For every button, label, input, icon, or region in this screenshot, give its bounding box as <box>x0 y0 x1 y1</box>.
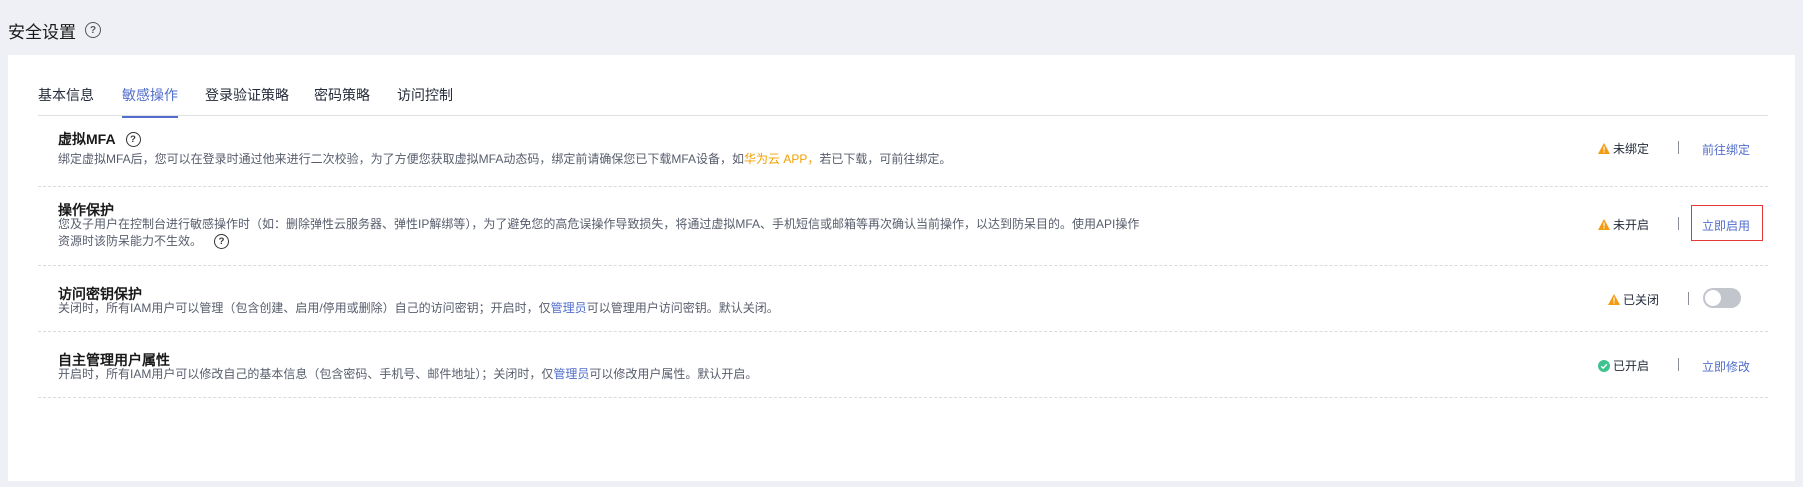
help-icon[interactable]: ? <box>85 22 101 38</box>
enable-now-link[interactable]: 立即启用 <box>1702 217 1750 234</box>
help-icon[interactable]: ? <box>214 234 230 249</box>
warning-icon <box>1608 294 1620 305</box>
row-self-manage-attributes: 自主管理用户属性 开启时，所有IAM用户可以修改自己的基本信息（包含密码、手机号… <box>38 331 1768 398</box>
admin-link[interactable]: 管理员 <box>553 367 589 381</box>
huawei-app-link[interactable]: 华为云 APP， <box>744 152 819 166</box>
page-header: 安全设置 ? <box>8 18 101 42</box>
divider <box>1688 292 1689 305</box>
row-virtual-mfa: 虚拟MFA ? 绑定虚拟MFA后，您可以在登录时通过他来进行二次校验，为了方便您… <box>38 115 1768 187</box>
check-circle-icon <box>1598 359 1610 372</box>
desc-text: 绑定虚拟MFA后，您可以在登录时通过他来进行二次校验，为了方便您获取虚拟MFA动… <box>58 152 745 166</box>
row-operation-protection: 操作保护 您及子用户在控制台进行敏感操作时（如：删除弹性云服务器、弹性IP解绑等… <box>38 186 1768 266</box>
row-title: 虚拟MFA ? <box>58 129 141 149</box>
status-badge: 未开启 <box>1598 216 1649 233</box>
settings-card: 基本信息 敏感操作 登录验证策略 密码策略 访问控制 虚拟MFA ? 绑定虚拟M… <box>8 55 1795 481</box>
admin-link[interactable]: 管理员 <box>551 301 587 315</box>
go-bind-link[interactable]: 前往绑定 <box>1702 141 1750 158</box>
status-text: 未开启 <box>1613 218 1650 232</box>
warning-icon <box>1598 219 1610 230</box>
row-description: 开启时，所有IAM用户可以修改自己的基本信息（包含密码、手机号、邮件地址）；关闭… <box>58 366 757 383</box>
tab-bar: 基本信息 敏感操作 登录验证策略 密码策略 访问控制 <box>38 55 1768 118</box>
row-title-text: 虚拟MFA <box>58 131 116 147</box>
desc-text: 资源时该防呆能力不生效。 <box>58 234 203 248</box>
divider <box>1678 217 1679 230</box>
status-text: 已开启 <box>1613 359 1650 373</box>
toggle-knob <box>1705 290 1721 306</box>
modify-now-link[interactable]: 立即修改 <box>1702 358 1750 375</box>
row-description: 您及子用户在控制台进行敏感操作时（如：删除弹性云服务器、弹性IP解绑等），为了避… <box>58 216 1188 250</box>
status-text: 已关闭 <box>1623 293 1660 307</box>
desc-text: 若已下载，可前往绑定。 <box>819 152 952 166</box>
tab-login-policy[interactable]: 登录验证策略 <box>205 85 289 116</box>
tab-password-policy[interactable]: 密码策略 <box>314 85 370 116</box>
desc-text: 可以管理用户访问密钥。默认关闭。 <box>586 301 779 315</box>
divider <box>1678 358 1679 371</box>
help-icon[interactable]: ? <box>125 131 141 147</box>
status-badge: 已关闭 <box>1608 291 1659 308</box>
desc-text: 开启时，所有IAM用户可以修改自己的基本信息（包含密码、手机号、邮件地址）；关闭… <box>58 367 554 381</box>
row-description: 绑定虚拟MFA后，您可以在登录时通过他来进行二次校验，为了方便您获取虚拟MFA动… <box>58 151 951 168</box>
tab-basic-info[interactable]: 基本信息 <box>38 85 94 116</box>
warning-icon <box>1598 143 1610 154</box>
tab-sensitive-ops[interactable]: 敏感操作 <box>122 85 178 118</box>
row-access-key-protection: 访问密钥保护 关闭时，所有IAM用户可以管理（包含创建、启用/停用或删除）自己的… <box>38 265 1768 332</box>
desc-text: 可以修改用户属性。默认开启。 <box>589 367 758 381</box>
status-text: 未绑定 <box>1613 142 1650 156</box>
divider <box>1678 141 1679 154</box>
tab-access-control[interactable]: 访问控制 <box>397 85 453 116</box>
page-title: 安全设置 <box>8 22 76 42</box>
status-badge: 未绑定 <box>1598 140 1649 157</box>
status-badge: 已开启 <box>1598 357 1649 374</box>
desc-text: 关闭时，所有IAM用户可以管理（包含创建、启用/停用或删除）自己的访问密钥；开启… <box>58 301 551 315</box>
access-key-protection-toggle[interactable] <box>1703 288 1741 308</box>
desc-text: 您及子用户在控制台进行敏感操作时（如：删除弹性云服务器、弹性IP解绑等），为了避… <box>58 217 1140 231</box>
row-description: 关闭时，所有IAM用户可以管理（包含创建、启用/停用或删除）自己的访问密钥；开启… <box>58 300 779 317</box>
